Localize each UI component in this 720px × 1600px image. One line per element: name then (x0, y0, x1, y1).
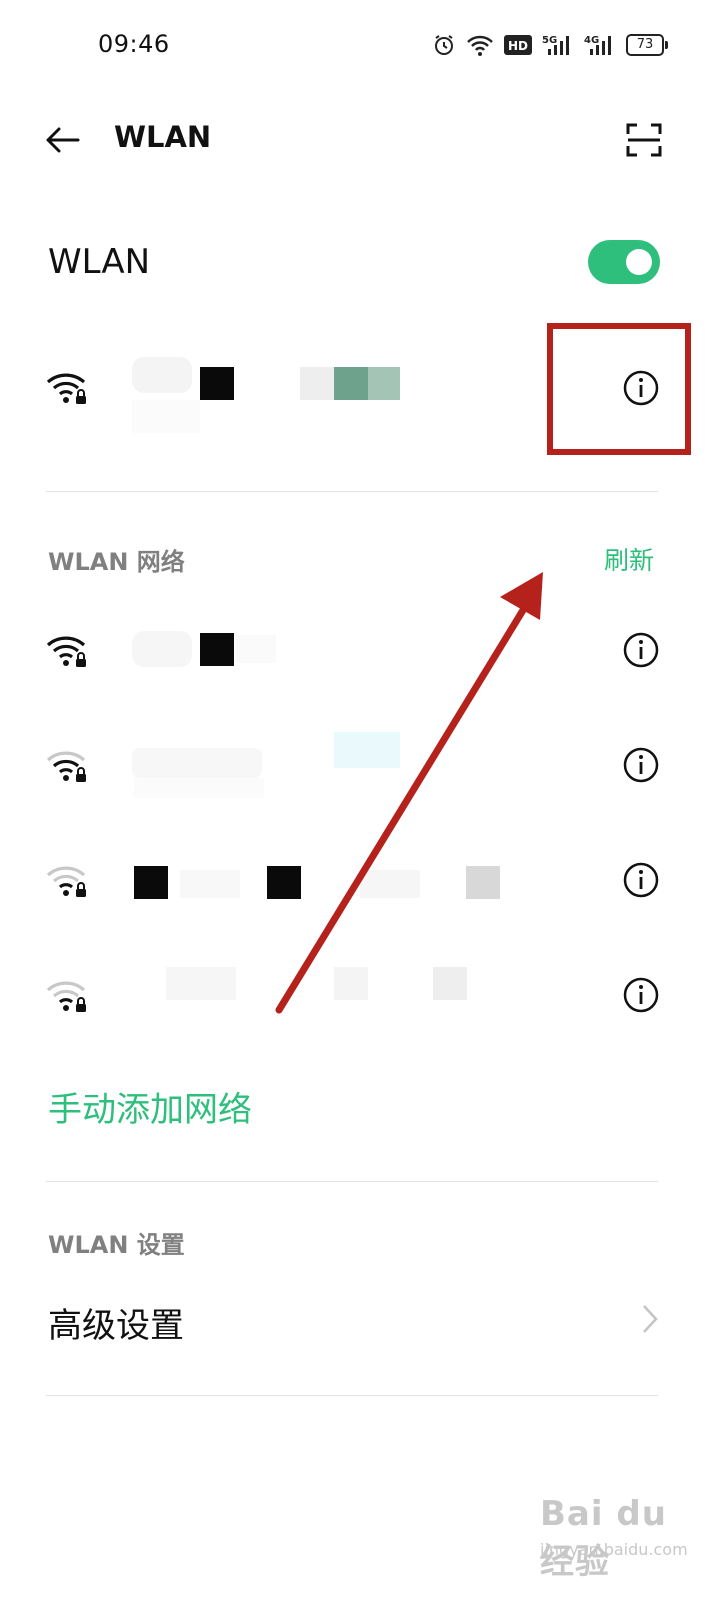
wifi-weak-locked-icon (46, 863, 90, 899)
watermark: Bai du 经验 jingyan.baidu.com (540, 1492, 700, 1582)
watermark-brand: Bai du 经验 (540, 1494, 667, 1582)
divider (46, 1181, 658, 1182)
net1-label: 5G (542, 35, 557, 46)
back-button[interactable] (42, 120, 82, 160)
net2-label: 4G (584, 35, 599, 46)
info-icon (623, 632, 659, 668)
wifi-locked-icon (46, 633, 90, 669)
hd-badge: HD (504, 34, 532, 56)
signal-5g-icon: 5G (542, 33, 574, 57)
network-info-button[interactable] (620, 629, 662, 671)
network-info-button[interactable] (620, 744, 662, 786)
status-icons: HD 5G 4G 73 (432, 28, 668, 62)
battery-indicator: 73 (626, 34, 668, 56)
hd-label: HD (508, 39, 528, 53)
divider (46, 1395, 658, 1396)
wifi-locked-icon (46, 370, 90, 406)
network-name-redacted (130, 860, 510, 910)
wlan-toggle[interactable] (588, 240, 660, 284)
signal-4g-icon: 4G (584, 33, 616, 57)
annotation-highlight-box (547, 323, 691, 455)
page-title: WLAN (114, 120, 212, 154)
wifi-weak-locked-icon (46, 978, 90, 1014)
wifi-weak-locked-icon (46, 748, 90, 784)
connected-network-name-redacted (130, 355, 410, 435)
networks-section-title: WLAN 网络 (48, 548, 185, 576)
network-info-button[interactable] (620, 859, 662, 901)
watermark-url: jingyan.baidu.com (540, 1540, 688, 1559)
info-icon (623, 977, 659, 1013)
network-name-redacted (130, 730, 410, 800)
chevron-right-icon (638, 1302, 662, 1336)
add-network-button[interactable]: 手动添加网络 (48, 1082, 252, 1131)
alarm-icon (432, 33, 456, 57)
toggle-knob (626, 249, 652, 275)
divider (46, 491, 658, 492)
info-icon (623, 862, 659, 898)
arrow-left-icon (46, 127, 80, 153)
network-info-button[interactable] (620, 974, 662, 1016)
wlan-toggle-label: WLAN (48, 242, 151, 282)
network-name-redacted (130, 625, 410, 675)
wifi-status-icon (466, 33, 494, 57)
scan-button[interactable] (624, 120, 664, 160)
status-time: 09:46 (98, 30, 170, 58)
refresh-button[interactable]: 刷新 (604, 541, 654, 577)
info-icon (623, 747, 659, 783)
advanced-settings-item[interactable]: 高级设置 (48, 1298, 184, 1347)
network-name-redacted (130, 963, 510, 1013)
scan-qr-icon (626, 123, 662, 157)
settings-section-title: WLAN 设置 (48, 1231, 185, 1259)
